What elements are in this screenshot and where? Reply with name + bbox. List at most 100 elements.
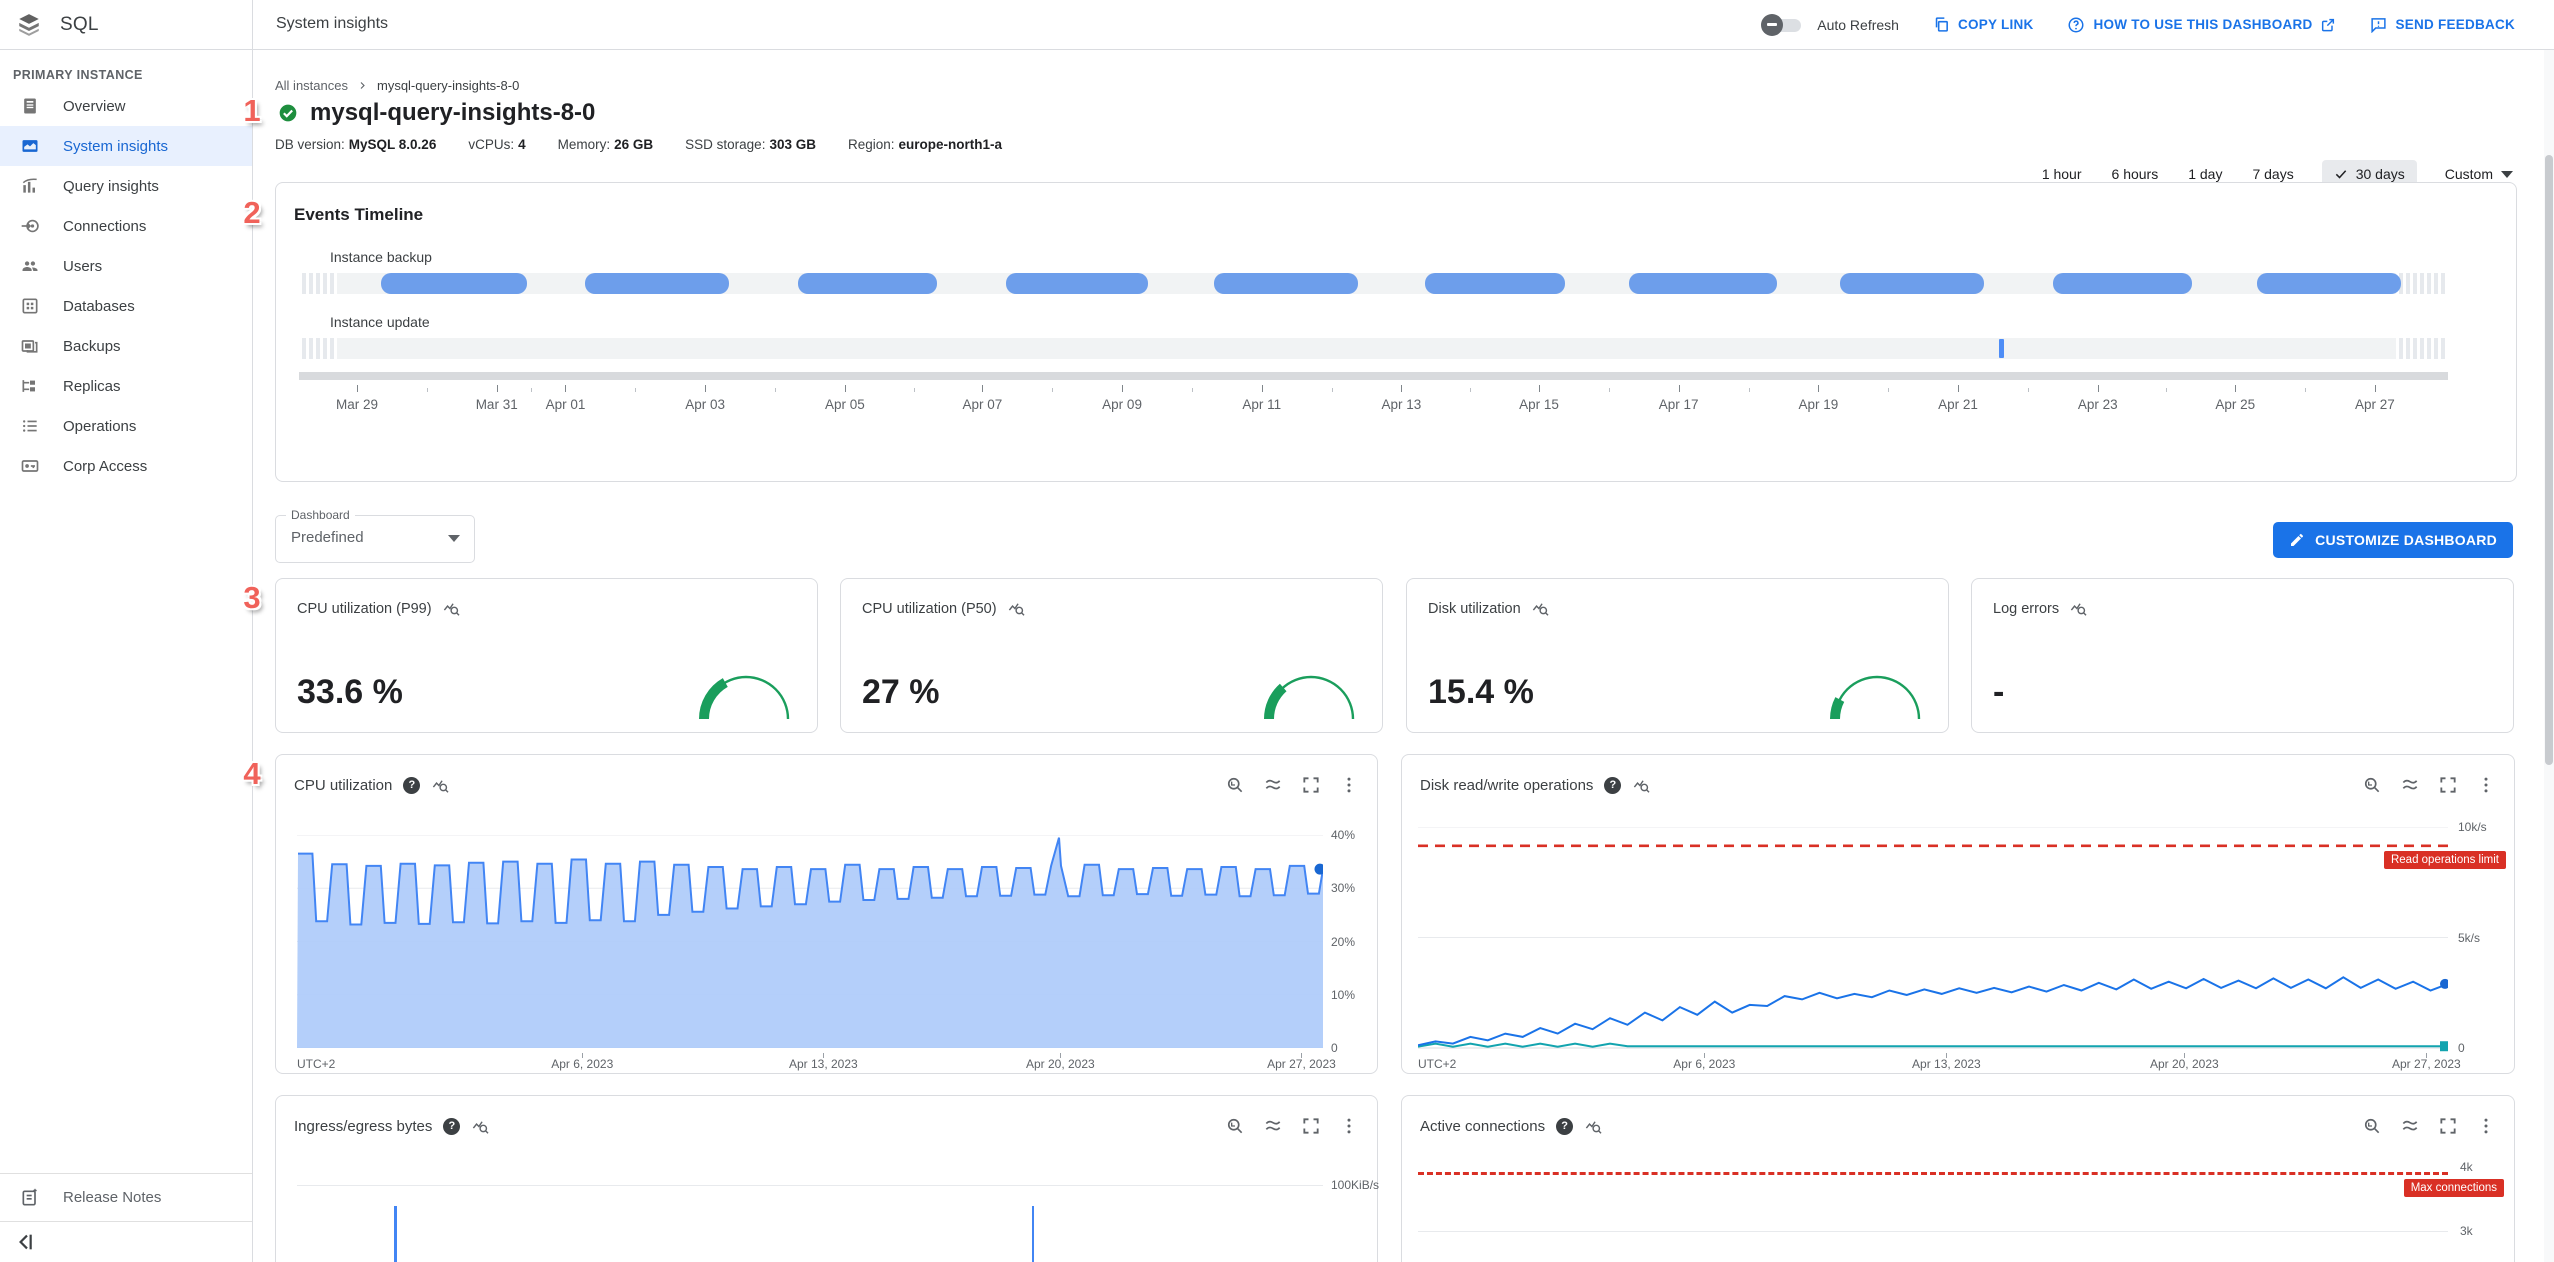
fullscreen-icon[interactable] bbox=[1301, 1116, 1321, 1136]
spec-label: SSD storage: bbox=[685, 137, 766, 152]
time-range-option-label: 1 hour bbox=[2041, 166, 2082, 182]
scrollbar-thumb[interactable] bbox=[2545, 155, 2553, 765]
help-icon[interactable]: ? bbox=[403, 776, 421, 794]
auto-refresh-label: Auto Refresh bbox=[1817, 16, 1899, 33]
event-track-label: Instance backup bbox=[330, 249, 432, 265]
breadcrumb-all-instances[interactable]: All instances bbox=[275, 78, 348, 93]
more-options-icon[interactable] bbox=[1339, 1116, 1359, 1136]
how-to-use-dashboard-button[interactable]: HOW TO USE THIS DASHBOARD bbox=[2067, 16, 2336, 34]
instance-spec: DB version: MySQL 8.0.26 bbox=[275, 137, 436, 152]
spec-label: DB version: bbox=[275, 137, 345, 152]
statistics-icon[interactable] bbox=[1263, 1116, 1283, 1136]
more-options-icon[interactable] bbox=[2476, 775, 2496, 795]
sidebar-item-system-insights[interactable]: System insights bbox=[0, 126, 252, 166]
help-icon[interactable]: ? bbox=[1556, 1117, 1574, 1135]
statistics-icon[interactable] bbox=[2400, 1116, 2420, 1136]
timeline-minor-tick bbox=[1470, 388, 1472, 392]
metrics-explorer-icon[interactable] bbox=[1632, 776, 1651, 795]
sidebar-item-backups[interactable]: Backups bbox=[0, 326, 252, 366]
backup-event-segment bbox=[2052, 273, 2193, 294]
timeline-date-label: Mar 29 bbox=[336, 397, 379, 412]
sidebar-item-label: Overview bbox=[63, 97, 126, 115]
feedback-icon bbox=[2371, 18, 2387, 33]
x-axis-date-label: Apr 13, 2023 bbox=[788, 1057, 858, 1071]
more-options-icon[interactable] bbox=[2476, 1116, 2496, 1136]
metric-card-2: CPU utilization (P50) 27 % bbox=[840, 578, 1383, 733]
timeline-minor-tick bbox=[1191, 388, 1193, 392]
read-operations-limit-badge: Read operations limit bbox=[2383, 850, 2506, 869]
sidebar-item-replicas[interactable]: Replicas bbox=[0, 366, 252, 406]
x-axis-date-label: Apr 20, 2023 bbox=[1025, 1057, 1095, 1071]
collapse-sidebar-icon bbox=[19, 1234, 32, 1250]
chart-title: Disk read/write operations bbox=[1420, 776, 1594, 794]
help-icon[interactable]: ? bbox=[1604, 776, 1622, 794]
chart-card-ingress_egress: Ingress/egress bytes? 100KiB/s bbox=[275, 1095, 1380, 1262]
time-range-option-label: 30 days bbox=[2355, 166, 2405, 182]
timeline-minor-tick bbox=[2027, 388, 2029, 392]
zoom-reset-icon[interactable] bbox=[1225, 775, 1245, 795]
sidebar-item-label: Users bbox=[63, 257, 103, 275]
metrics-explorer-icon[interactable] bbox=[431, 776, 450, 795]
dashboard-select[interactable]: Dashboard Predefined bbox=[275, 508, 475, 563]
overview-icon bbox=[24, 98, 36, 114]
statistics-icon[interactable] bbox=[1263, 775, 1283, 795]
metrics-explorer-icon[interactable] bbox=[1531, 599, 1550, 618]
sidebar-item-operations[interactable]: Operations bbox=[0, 406, 252, 446]
sidebar-item-corp-access[interactable]: Corp Access bbox=[0, 446, 252, 486]
statistics-icon[interactable] bbox=[2400, 775, 2420, 795]
collapse-sidebar-button[interactable] bbox=[0, 1222, 252, 1262]
metrics-explorer-icon[interactable] bbox=[2069, 599, 2088, 618]
chart-header: Disk read/write operations? bbox=[1420, 773, 2496, 797]
fullscreen-icon[interactable] bbox=[2438, 1116, 2458, 1136]
timeline-minor-tick bbox=[635, 388, 637, 392]
customize-dashboard-button[interactable]: CUSTOMIZE DASHBOARD bbox=[2273, 522, 2513, 558]
timeline-scroll-strip[interactable] bbox=[299, 372, 2448, 380]
replicas-icon bbox=[22, 380, 35, 392]
backup-event-segment bbox=[584, 273, 729, 294]
metrics-explorer-icon[interactable] bbox=[1007, 599, 1026, 618]
timeline-date-label: Apr 09 bbox=[1102, 397, 1142, 412]
spec-value: 303 GB bbox=[769, 137, 816, 152]
query-insights-icon bbox=[22, 178, 37, 193]
sidebar-item-release-notes[interactable]: Release Notes bbox=[0, 1174, 252, 1221]
timeline-major-tick bbox=[357, 385, 359, 392]
sidebar-item-databases[interactable]: Databases bbox=[0, 286, 252, 326]
spec-value: MySQL 8.0.26 bbox=[348, 137, 437, 152]
connections-icon bbox=[21, 219, 39, 233]
max-connections-badge: Max connections bbox=[2403, 1179, 2504, 1197]
sidebar: SQL PRIMARY INSTANCE Overview System insi… bbox=[0, 0, 253, 1262]
check-icon bbox=[2335, 170, 2346, 179]
top-bar-actions: Auto Refresh COPY LINK HOW TO USE THIS D… bbox=[1761, 0, 2515, 49]
sidebar-item-users[interactable]: Users bbox=[0, 246, 252, 286]
sidebar-item-query-insights[interactable]: Query insights bbox=[0, 166, 252, 206]
more-options-icon[interactable] bbox=[1339, 775, 1359, 795]
auto-refresh-toggle[interactable] bbox=[1761, 13, 1805, 36]
help-icon[interactable]: ? bbox=[443, 1117, 461, 1135]
instance-healthy-status-icon bbox=[279, 104, 297, 122]
annotation-marker-2: 2 bbox=[243, 195, 261, 230]
timeline-minor-tick bbox=[426, 388, 428, 392]
timeline-minor-tick bbox=[913, 388, 915, 392]
operations-icon bbox=[23, 420, 37, 432]
zoom-reset-icon[interactable] bbox=[1225, 1116, 1245, 1136]
sidebar-item-overview[interactable]: Overview bbox=[0, 86, 252, 126]
metrics-explorer-icon[interactable] bbox=[471, 1117, 490, 1136]
chart-card-cpu_utilization: CPU utilization? 40% 30% 20% 10% 0 UTC+2 Apr 6,… bbox=[275, 754, 1378, 1074]
users-icon bbox=[22, 261, 38, 271]
zoom-reset-icon[interactable] bbox=[2362, 1116, 2382, 1136]
metric-value: 15.4 % bbox=[1428, 673, 1534, 711]
fullscreen-icon[interactable] bbox=[1301, 775, 1321, 795]
y-axis-label: 20% bbox=[1331, 934, 1356, 949]
copy-icon bbox=[1935, 17, 1948, 32]
send-feedback-button[interactable]: SEND FEEDBACK bbox=[2370, 16, 2515, 33]
y-axis-label: 100KiB/s bbox=[1331, 1178, 1380, 1192]
x-axis-tick bbox=[1060, 1053, 1062, 1058]
metrics-explorer-icon[interactable] bbox=[1584, 1117, 1603, 1136]
metrics-explorer-icon[interactable] bbox=[442, 599, 461, 618]
fullscreen-icon[interactable] bbox=[2438, 775, 2458, 795]
y-axis-label: 0 bbox=[1331, 1041, 1338, 1055]
zoom-reset-icon[interactable] bbox=[2362, 775, 2382, 795]
breadcrumb: All instances mysql-query-insights-8-0 bbox=[275, 78, 519, 93]
copy-link-button[interactable]: COPY LINK bbox=[1933, 16, 2034, 33]
sidebar-item-connections[interactable]: Connections bbox=[0, 206, 252, 246]
